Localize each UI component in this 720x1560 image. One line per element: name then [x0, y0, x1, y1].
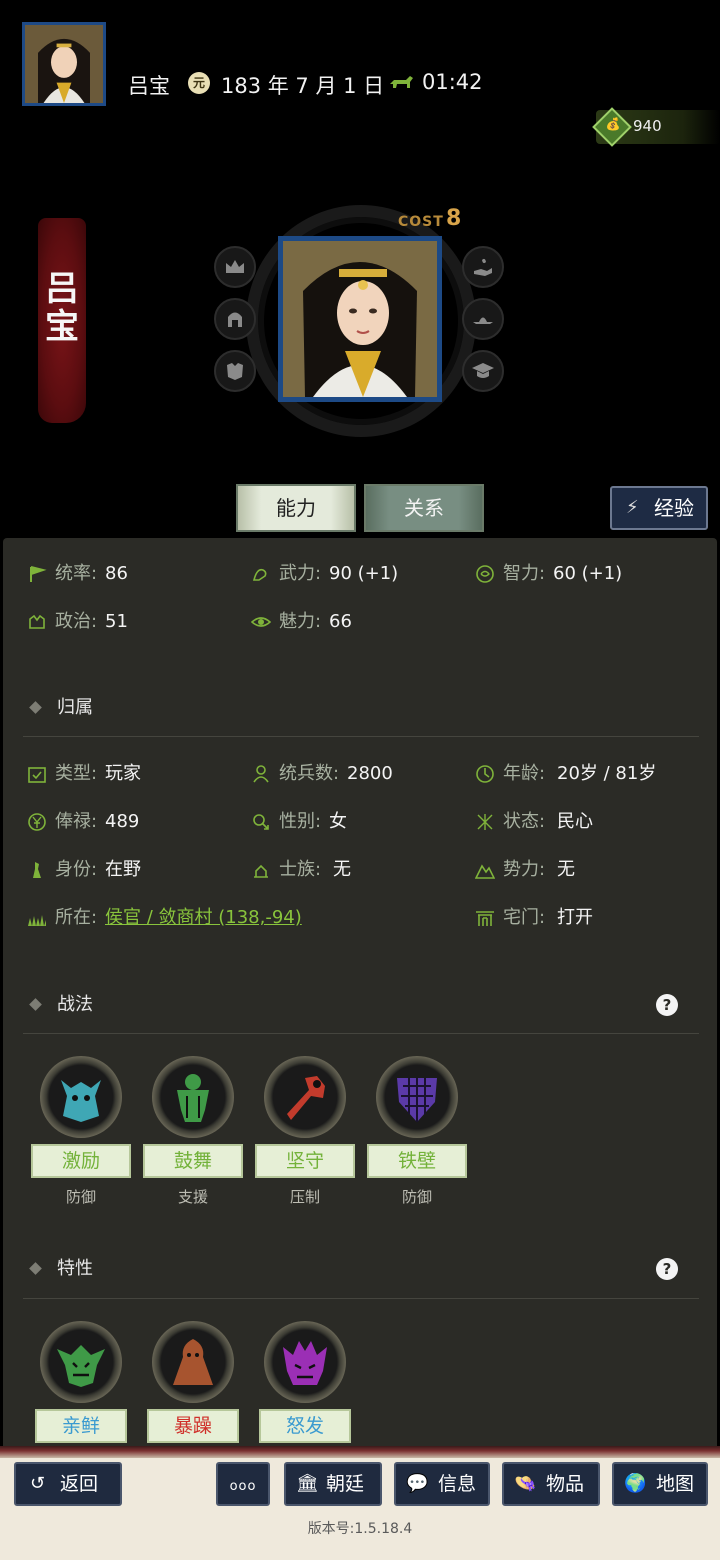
cost-value: 8 [446, 206, 462, 231]
trait-qinxian[interactable]: 亲鲜 [35, 1321, 127, 1447]
person-icon [33, 862, 41, 878]
lightning-icon: ⚡ [626, 497, 639, 518]
wrench-fist-icon [264, 1056, 346, 1138]
chat-bubble-icon: 💬 [406, 1473, 429, 1494]
hero-name: 吕宝 [45, 269, 79, 347]
status-icon [477, 814, 493, 830]
money-bag-icon: 💰 [592, 107, 632, 147]
hat-slot[interactable] [462, 298, 504, 340]
experience-button[interactable]: ⚡ 经验 [610, 486, 708, 530]
trait-nufa[interactable]: 怒发 [259, 1321, 351, 1447]
tab-relation[interactable]: 关系 [364, 484, 484, 532]
clan-icon [254, 864, 268, 878]
info-button[interactable]: 💬 信息 [394, 1462, 490, 1506]
divider [23, 736, 699, 737]
tactic-category: 支援 [177, 1188, 208, 1206]
court-button[interactable]: 🏛 朝廷 [284, 1462, 382, 1506]
attributes-panel: 统率: 86 武力: 90 (+1) 智力: 60 (+1) 政治: 51 魅力… [3, 538, 717, 1458]
back-button[interactable]: ↺ 返回 [14, 1462, 122, 1506]
shield-hex-icon [376, 1056, 458, 1138]
currency-display[interactable]: 💰 940 [592, 107, 720, 147]
hat-bag-icon: 👒 [514, 1473, 537, 1494]
calendar-check-icon [28, 767, 46, 783]
map-button[interactable]: 🌍 地图 [612, 1462, 708, 1506]
tab-ability[interactable]: 能力 [236, 484, 356, 532]
tactic-name: 铁壁 [367, 1144, 467, 1178]
back-arrow-icon: ↺ [30, 1473, 46, 1494]
yen-icon [28, 813, 46, 831]
calendar-icon: 元 [188, 72, 210, 94]
tactic-category: 压制 [289, 1188, 320, 1206]
version-label: 版本号:1.5.18.4 [307, 1521, 413, 1537]
tactic-name: 鼓舞 [143, 1144, 243, 1178]
bottom-trim [0, 1446, 720, 1458]
diamond-icon [29, 998, 42, 1011]
eye-icon [251, 617, 271, 627]
tactics-help-button[interactable]: ? [656, 994, 678, 1016]
experience-label: 经验 [654, 496, 694, 520]
flag-icon [30, 566, 47, 582]
horse-icon [390, 76, 413, 88]
trait-name: 亲鲜 [35, 1409, 127, 1443]
bottom-navigation: ↺ 返回 ooo 🏛 朝廷 💬 信息 👒 物品 🌍 地图 版本号:1.5.18.… [0, 1446, 720, 1560]
soldier-icon [253, 765, 269, 783]
helmet-slot[interactable] [214, 298, 256, 340]
more-button[interactable]: ooo [216, 1462, 270, 1506]
tactic-name: 激励 [31, 1144, 131, 1178]
tactic-category: 防御 [401, 1188, 432, 1206]
game-date: 183 年 7 月 1 日 [221, 74, 385, 98]
player-name: 吕宝 [128, 74, 170, 98]
gate-icon [476, 911, 494, 926]
hooded-figure-icon [152, 1321, 234, 1403]
game-time: 01:42 [422, 70, 483, 94]
helmet-icon [228, 312, 242, 327]
tactic-jianshou[interactable]: 坚守 压制 [255, 1056, 355, 1206]
mortarboard-icon [472, 363, 494, 378]
gender-icon [253, 814, 269, 830]
tactic-category: 防御 [65, 1188, 96, 1206]
angry-face-icon [264, 1321, 346, 1403]
trait-name: 怒发 [259, 1409, 351, 1443]
crown-slot[interactable] [214, 246, 256, 288]
warrior-icon [152, 1056, 234, 1138]
diamond-icon [29, 1262, 42, 1275]
hands-icon [29, 614, 45, 629]
hand-seed-icon [474, 258, 492, 276]
trait-baozao[interactable]: 暴躁 [147, 1321, 239, 1447]
armor-slot[interactable] [214, 350, 256, 392]
trait-name: 暴躁 [147, 1409, 239, 1443]
grass-icon [28, 915, 46, 926]
player-avatar[interactable] [22, 22, 106, 106]
hat-icon [473, 317, 493, 324]
portrait-art [25, 25, 103, 103]
palace-icon: 🏛 [296, 1473, 319, 1494]
tactic-tiebi[interactable]: 铁壁 防御 [367, 1056, 467, 1206]
scholar-slot[interactable] [462, 350, 504, 392]
demon-icon [40, 1056, 122, 1138]
tactic-guwu[interactable]: 鼓舞 支援 [143, 1056, 243, 1206]
age-icon [476, 765, 494, 783]
currency-value: 940 [633, 117, 662, 135]
tactic-jili[interactable]: 激励 防御 [31, 1056, 131, 1206]
diamond-icon [29, 701, 42, 714]
divider [23, 1033, 699, 1034]
hero-portrait[interactable] [278, 236, 442, 402]
location-link[interactable]: 侯官 / 敛商村 (138,-94) [105, 904, 302, 932]
armor-icon [227, 363, 243, 380]
hero-portrait-art [283, 241, 437, 397]
traits-help-button[interactable]: ? [656, 1258, 678, 1280]
divider [23, 1298, 699, 1299]
globe-icon: 🌍 [624, 1473, 647, 1494]
brain-icon [476, 565, 494, 583]
seed-slot[interactable] [462, 246, 504, 288]
crown-icon [226, 260, 244, 273]
hero-name-banner: 吕宝 [38, 218, 86, 423]
tactic-name: 坚守 [255, 1144, 355, 1178]
more-dots-icon: ooo [229, 1479, 257, 1494]
arm-icon [252, 568, 267, 581]
items-button[interactable]: 👒 物品 [502, 1462, 600, 1506]
mountain-icon [475, 864, 495, 879]
cost-label: COST [398, 214, 444, 230]
goblin-icon [40, 1321, 122, 1403]
